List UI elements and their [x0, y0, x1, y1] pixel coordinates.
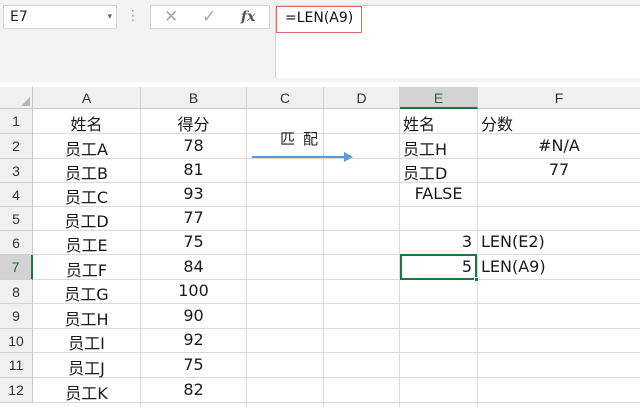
cell-f1[interactable]: 分数: [478, 111, 640, 135]
cell-a4[interactable]: 员工C: [33, 184, 140, 208]
row-header-2[interactable]: 2: [0, 134, 33, 159]
insert-function-icon[interactable]: fx: [241, 6, 255, 28]
arrow-line: [252, 156, 348, 158]
column-header-b[interactable]: B: [141, 87, 247, 109]
enter-icon[interactable]: ✓: [202, 6, 216, 28]
row-header-10[interactable]: 10: [0, 329, 33, 353]
formula-text: =LEN(A9): [285, 10, 354, 26]
cell-a5[interactable]: 员工D: [33, 208, 140, 232]
arrow-right-icon: [344, 152, 353, 162]
cell-b9[interactable]: 90: [141, 306, 246, 325]
cell-f2[interactable]: #N/A: [478, 136, 640, 155]
active-cell-selection[interactable]: [400, 254, 477, 280]
cell-a8[interactable]: 员工G: [33, 281, 140, 305]
row-header-3[interactable]: 3: [0, 159, 33, 183]
cell-a11[interactable]: 员工J: [33, 355, 140, 379]
name-box[interactable]: E7 ▾: [3, 5, 117, 29]
formula-buttons: ✕ ✓ fx: [150, 5, 270, 29]
cell-b4[interactable]: 93: [141, 184, 246, 203]
cell-b11[interactable]: 75: [141, 355, 246, 374]
vertical-dots-icon[interactable]: ⋮: [126, 6, 140, 26]
fill-handle[interactable]: [474, 277, 479, 282]
grid-line: [323, 109, 324, 407]
cell-a3[interactable]: 员工B: [33, 160, 140, 184]
cell-f3[interactable]: 77: [478, 160, 640, 179]
formula-bar-area: E7 ▾ ⋮ ✕ ✓ fx =LEN(A9): [0, 0, 640, 82]
name-box-value: E7: [10, 9, 28, 25]
row-header-7[interactable]: 7: [0, 255, 33, 280]
cell-e6[interactable]: 3: [400, 232, 477, 251]
spreadsheet-grid[interactable]: A B C D E F 1 2 3 4 5 6 7 8 9 10 11 12 姓…: [0, 87, 640, 407]
column-header-c[interactable]: C: [247, 87, 324, 109]
cell-a7[interactable]: 员工F: [33, 257, 140, 281]
cell-a2[interactable]: 员工A: [33, 136, 140, 160]
select-all-corner[interactable]: [0, 87, 33, 109]
column-header-d[interactable]: D: [324, 87, 400, 109]
cell-b6[interactable]: 75: [141, 232, 246, 251]
row-header-5[interactable]: 5: [0, 207, 33, 231]
grid-line: [246, 109, 247, 407]
row-header-12[interactable]: 12: [0, 378, 33, 403]
match-label: 匹配: [280, 130, 327, 148]
column-header-a[interactable]: A: [33, 87, 141, 109]
cell-a1[interactable]: 姓名: [33, 111, 140, 135]
cell-b8[interactable]: 100: [141, 281, 246, 300]
row-header-4[interactable]: 4: [0, 183, 33, 207]
cell-b10[interactable]: 92: [141, 330, 246, 349]
row-header-9[interactable]: 9: [0, 304, 33, 329]
cell-b1[interactable]: 得分: [141, 111, 246, 135]
cell-e4[interactable]: FALSE: [400, 184, 477, 203]
cell-f6[interactable]: LEN(E2): [478, 232, 640, 251]
cell-b2[interactable]: 78: [141, 136, 246, 155]
cell-a12[interactable]: 员工K: [33, 380, 140, 404]
cancel-icon[interactable]: ✕: [164, 6, 178, 28]
row-header-8[interactable]: 8: [0, 280, 33, 304]
cell-b12[interactable]: 82: [141, 380, 246, 399]
cell-e3[interactable]: 员工D: [400, 160, 477, 184]
cell-a6[interactable]: 员工E: [33, 232, 140, 256]
cell-f7[interactable]: LEN(A9): [478, 257, 640, 276]
select-all-triangle-icon: [21, 97, 30, 106]
cell-b5[interactable]: 77: [141, 208, 246, 227]
cell-e1[interactable]: 姓名: [400, 111, 477, 135]
cell-a10[interactable]: 员工I: [33, 330, 140, 354]
cell-b7[interactable]: 84: [141, 257, 246, 276]
chevron-down-icon[interactable]: ▾: [107, 9, 112, 25]
cell-a9[interactable]: 员工H: [33, 306, 140, 330]
row-header-6[interactable]: 6: [0, 231, 33, 255]
formula-input[interactable]: =LEN(A9): [275, 5, 640, 78]
cell-e2[interactable]: 员工H: [400, 136, 477, 160]
row-header-11[interactable]: 11: [0, 353, 33, 378]
column-header-f[interactable]: F: [478, 87, 640, 109]
cell-b3[interactable]: 81: [141, 160, 246, 179]
column-header-e[interactable]: E: [400, 87, 478, 109]
row-header-1[interactable]: 1: [0, 109, 33, 134]
